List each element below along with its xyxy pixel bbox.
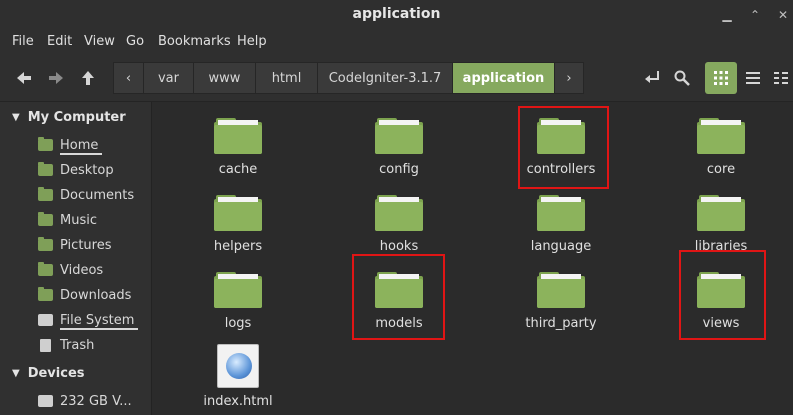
menu-file[interactable]: File [12,34,34,49]
file-label: helpers [213,239,263,254]
chevron-down-icon: ▼ [12,112,20,123]
sidebar-item-pictures[interactable]: Pictures [38,234,111,256]
documents-folder-icon [38,187,53,201]
menu-help[interactable]: Help [237,34,267,49]
maximize-icon[interactable]: ⌃ [748,8,762,22]
sidebar-section-my-computer[interactable]: ▼ My Computer [12,110,126,125]
search-icon[interactable] [670,66,694,90]
folder-icon [537,195,585,231]
close-icon[interactable]: ✕ [776,8,790,22]
folder-icon [214,272,262,308]
up-icon[interactable] [76,66,100,90]
file-item[interactable]: config [344,118,454,177]
sidebar-item-videos[interactable]: Videos [38,259,103,281]
videos-folder-icon [38,262,53,276]
sidebar-item-downloads[interactable]: Downloads [38,284,131,306]
sidebar-item-trash[interactable]: Trash [38,334,94,356]
folder-icon [537,272,585,308]
highlight-box [679,250,766,340]
desktop-folder-icon [38,162,53,176]
toggle-location-icon[interactable] [640,66,664,90]
file-item[interactable]: index.html [183,344,293,409]
icon-view-button[interactable] [705,62,737,94]
file-label: core [706,162,736,177]
highlight-box [352,254,445,340]
sidebar-item-documents[interactable]: Documents [38,184,134,206]
folder-icon [375,118,423,154]
breadcrumb-left-icon[interactable]: ‹ [113,62,143,94]
file-label: language [530,239,592,254]
file-item[interactable]: cache [183,118,293,177]
file-item[interactable]: libraries [666,195,776,254]
breadcrumb-application[interactable]: application [452,62,554,94]
file-view: cache config controllers core helpers ho… [153,102,793,415]
file-item[interactable]: language [506,195,616,254]
menu-bookmarks[interactable]: Bookmarks [158,34,231,49]
sidebar-item-desktop[interactable]: Desktop [38,159,114,181]
title-bar: application ▁ ⌃ ✕ [0,0,793,30]
breadcrumb-html[interactable]: html [255,62,317,94]
sidebar: ▼ My Computer Home Desktop Documents Mus… [0,102,152,415]
menu-bar: File Edit View Go Bookmarks Help [0,30,793,54]
file-item[interactable]: third_party [506,272,616,331]
back-icon[interactable] [12,66,36,90]
breadcrumb: ‹ var www html CodeIgniter-3.1.7 applica… [113,62,584,94]
list-icon [746,72,760,84]
pictures-folder-icon [38,237,53,251]
downloads-folder-icon [38,287,53,301]
file-item[interactable]: logs [183,272,293,331]
drive-icon [38,314,53,326]
file-label: third_party [525,316,597,331]
window-title: application [352,6,441,22]
underline [60,153,103,155]
file-label: config [379,162,419,177]
menu-edit[interactable]: Edit [47,34,72,49]
minimize-icon[interactable]: ▁ [720,8,734,22]
underline [60,328,139,330]
sidebar-item-home[interactable]: Home [38,134,103,156]
sidebar-item-file-system[interactable]: File System [38,309,139,331]
folder-icon [697,118,745,154]
file-item[interactable]: hooks [344,195,454,254]
breadcrumb-codeigniter[interactable]: CodeIgniter-3.1.7 [317,62,452,94]
toolbar: ‹ var www html CodeIgniter-3.1.7 applica… [0,54,793,102]
menu-view[interactable]: View [84,34,115,49]
sidebar-section-devices[interactable]: ▼ Devices [12,366,85,381]
folder-icon [375,195,423,231]
music-folder-icon [38,212,53,226]
sidebar-item-music[interactable]: Music [38,209,97,231]
chevron-down-icon: ▼ [12,368,20,379]
file-item[interactable]: core [666,118,776,177]
folder-icon [697,195,745,231]
file-label: hooks [379,239,419,254]
file-label: logs [224,316,252,331]
home-folder-icon [38,137,53,151]
compact-view-button[interactable] [765,62,793,94]
grid-icon [714,71,728,85]
breadcrumb-www[interactable]: www [193,62,255,94]
highlight-box [518,106,609,189]
html-file-icon [217,344,259,388]
menu-go[interactable]: Go [126,34,144,49]
breadcrumb-var[interactable]: var [143,62,193,94]
drive-icon [38,395,53,407]
compact-list-icon [774,72,788,84]
folder-icon [214,118,262,154]
breadcrumb-right-icon[interactable]: › [554,62,584,94]
forward-icon[interactable] [44,66,68,90]
file-item[interactable]: helpers [183,195,293,254]
folder-icon [214,195,262,231]
file-label: index.html [203,394,273,409]
file-label: cache [218,162,258,177]
sidebar-item-device[interactable]: 232 GB V... [38,390,132,412]
trash-icon [40,338,51,352]
